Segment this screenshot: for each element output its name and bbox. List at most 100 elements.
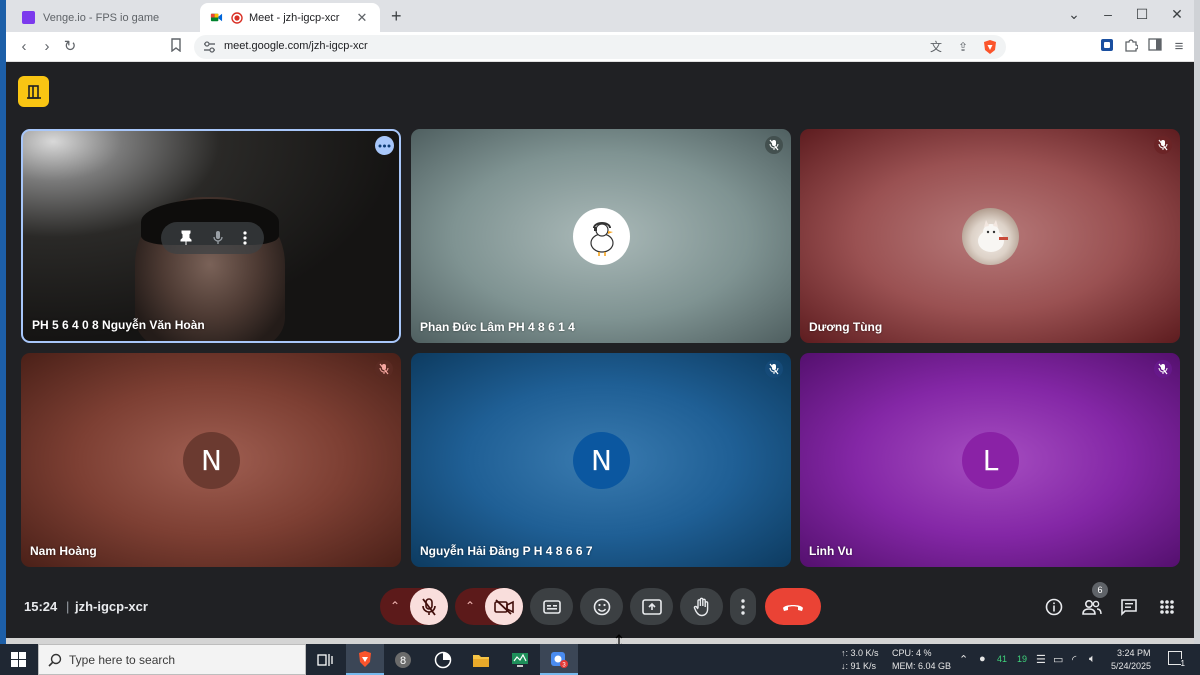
share-icon[interactable]: ⇪ [954,38,972,56]
wifi-icon[interactable]: ◜ [1072,653,1076,666]
more-options-button[interactable] [730,588,756,625]
brave-shield-icon[interactable] [983,39,997,55]
reload-icon[interactable]: ↻ [61,38,79,56]
temperature-1: 41 [997,654,1008,664]
participant-tile-video[interactable]: PH 5 6 4 0 8 Nguyễn Văn Hoàn [21,129,401,343]
participant-tile[interactable]: N Nam Hoàng [21,353,401,567]
app-8-taskbar-icon[interactable]: 8 [384,644,422,675]
monitor-app-icon[interactable] [501,644,539,675]
bookmark-icon[interactable] [167,38,185,57]
tab-close-icon[interactable]: ✕ [354,10,370,26]
windows-taskbar: Type here to search 8 3 ↑: 3.0 K/s ↓: 91… [0,644,1200,675]
chat-icon[interactable] [1118,596,1140,618]
participant-name: Nguyễn Hải Đăng P H 4 8 6 6 7 [420,544,593,558]
desktop: Venge.io - FPS io game Meet - jzh-igcp-x… [0,0,1200,675]
participant-tile[interactable]: Dương Tùng [800,129,1180,343]
video-controls: ⌃ [455,588,523,625]
net-download-rate: ↓: 91 K/s [841,661,877,671]
address-bar[interactable]: meet.google.com/jzh-igcp-xcr 文 ⇪ [194,35,1006,59]
notifications-icon[interactable]: 1 [1168,651,1185,668]
site-info-icon[interactable] [203,41,216,53]
participant-tile[interactable]: N Nguyễn Hải Đăng P H 4 8 6 6 7 [411,353,791,567]
url-text: meet.google.com/jzh-igcp-xcr [224,40,368,52]
show-hidden-icons-icon[interactable]: ⌃ [959,653,968,666]
maximize-button[interactable]: ☐ [1132,6,1152,23]
meeting-info-icon[interactable] [1043,596,1065,618]
mic-off-icon [375,360,393,378]
participant-name: Dương Tùng [809,320,883,334]
raise-hand-button[interactable] [680,588,723,625]
hang-up-icon [783,604,803,611]
pie-app-taskbar-icon[interactable] [424,644,462,675]
volume-icon[interactable]: 🔈︎ [1089,653,1096,666]
participant-tile[interactable]: L Linh Vu [800,353,1180,567]
minimize-button[interactable]: – [1098,6,1118,22]
participant-tile[interactable]: Phan Đức Lâm PH 4 8 6 1 4 [411,129,791,343]
tab-search-chevron-icon[interactable]: ⌄ [1064,6,1084,23]
mic-off-icon [1154,136,1172,154]
audio-options-chevron-icon[interactable]: ⌃ [388,599,402,613]
mic-off-icon [765,136,783,154]
people-icon[interactable] [1081,596,1103,618]
browser-tab-strip: Venge.io - FPS io game Meet - jzh-igcp-x… [6,0,1194,32]
camera-off-icon [494,598,514,615]
task-view-icon[interactable] [306,644,344,675]
new-tab-button[interactable]: + [391,6,402,27]
extensions-puzzle-icon[interactable] [1122,38,1140,57]
window-edge-right [1194,0,1200,644]
pin-icon[interactable] [179,230,193,246]
end-call-button[interactable] [765,588,821,625]
battery-icon[interactable]: ▭ [1053,653,1063,666]
activities-icon[interactable] [1156,596,1178,618]
hand-icon [693,597,708,616]
taskbar-search-box[interactable]: Type here to search [38,644,306,675]
participant-count-badge: 6 [1092,582,1108,598]
sidebar-icon[interactable] [1146,38,1164,56]
participant-name: Phan Đức Lâm PH 4 8 6 1 4 [420,320,575,334]
tile-hover-actions [161,222,264,254]
notes-tray-icon[interactable]: ☰ [1036,653,1046,666]
clock-date[interactable]: 5/24/2025 [1111,661,1151,671]
tile-more-icon[interactable] [242,231,247,245]
mic-toggle-button[interactable] [410,588,448,625]
menu-icon[interactable]: ≡ [1170,38,1188,56]
temperature-2: 19 [1017,654,1028,664]
close-window-button[interactable]: ✕ [1167,6,1187,23]
file-explorer-icon[interactable] [462,644,500,675]
google-meet-taskbar-icon[interactable]: 3 [540,644,578,675]
tab-label: Meet - jzh-igcp-xcr [249,11,340,24]
extension-icon[interactable] [1098,38,1116,57]
participant-initial-avatar: L [962,432,1019,489]
net-upload-rate: ↑: 3.0 K/s [841,648,879,658]
cat-avatar-icon [962,208,1019,265]
participant-name: Nam Hoàng [30,544,97,558]
captions-icon [542,599,561,614]
microphone-tray-icon[interactable]: ● [979,653,986,665]
meet-call-area: PH 5 6 4 0 8 Nguyễn Văn Hoàn Phan Đức Lâ… [6,62,1194,638]
back-icon[interactable]: ‹ [15,38,33,56]
room-badge-icon[interactable] [18,76,49,107]
clock-time[interactable]: 3:24 PM [1117,648,1151,658]
forward-icon[interactable]: › [38,38,56,56]
more-options-icon[interactable] [375,136,394,155]
windows-start-icon[interactable] [11,652,26,667]
meeting-time: 15:24 [24,599,58,614]
memory-usage: MEM: 6.04 GB [892,661,952,671]
mic-off-icon [765,360,783,378]
captions-button[interactable] [530,588,573,625]
meeting-code: jzh-igcp-xcr [75,599,148,614]
meeting-separator: | [66,599,70,614]
participant-initial-avatar: N [573,432,630,489]
tab-venge[interactable]: Venge.io - FPS io game [12,3,202,32]
mute-participant-icon[interactable] [212,230,224,246]
present-button[interactable] [630,588,673,625]
video-options-chevron-icon[interactable]: ⌃ [463,599,477,613]
recording-icon [231,11,243,24]
brave-taskbar-icon[interactable] [346,644,384,675]
tab-meet[interactable]: Meet - jzh-igcp-xcr ✕ [200,3,380,32]
translate-icon[interactable]: 文 [927,38,945,56]
participant-name: Linh Vu [809,544,853,558]
camera-toggle-button[interactable] [485,588,523,625]
tab-label: Venge.io - FPS io game [43,11,160,24]
reactions-button[interactable] [580,588,623,625]
